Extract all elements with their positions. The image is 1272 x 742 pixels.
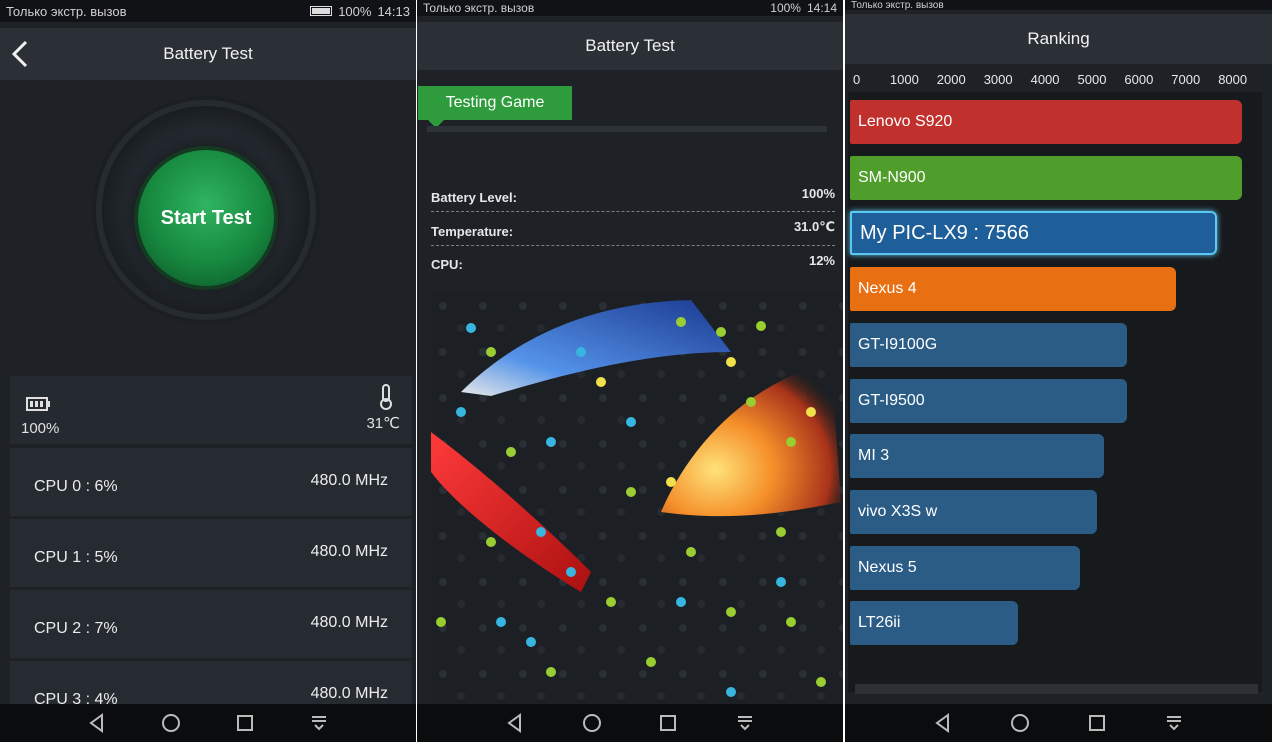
status-bar: Только экстр. вызов [845,0,1272,11]
cpu-frequency: 480.0 MHz [310,685,388,702]
ranking-bar: Lenovo S920 [850,100,1242,144]
carrier-text: Только экстр. вызов [851,0,944,11]
nav-home-icon[interactable] [581,712,603,734]
battery-test-running-screen: Только экстр. вызов 100% 14:14 Battery T… [417,0,843,742]
title-bar: Battery Test [0,28,416,80]
cpu-row: CPU 0 : 6% 480.0 MHz [10,448,412,516]
axis-tick-label: 0 [853,72,861,87]
axis-tick-label: 7000 [1171,72,1201,87]
particle-scene [431,292,843,708]
cpu-label: CPU 0 : 6% [34,478,118,495]
nav-back-icon[interactable] [86,712,108,734]
nav-home-icon[interactable] [160,712,182,734]
ranking-axis: 0 1000 2000 3000 4000 5000 6000 7000 8000 [845,68,1272,90]
battery-test-screen: Только экстр. вызов 100% 14:13 Battery T… [0,0,416,742]
ranking-bar: vivo X3S w [850,489,1097,534]
status-time: 14:14 [806,1,837,15]
thermometer-icon [380,384,392,410]
nav-recents-icon[interactable] [657,712,679,734]
start-test-button[interactable]: Start Test [138,150,274,286]
status-time: 14:13 [377,3,410,19]
cpu-frequency: 480.0 MHz [310,614,388,631]
title-bar: Ranking [845,14,1272,64]
stat-value: 12% [808,253,835,268]
ranking-bar-current-device: My PIC-LX9 : 7566 [850,211,1217,256]
ranking-bar: LT26ii [850,601,1018,646]
axis-tick-label: 1000 [889,72,919,87]
axis-tick-label: 2000 [936,72,966,87]
ranking-footer-strip [855,684,1258,694]
ranking-bar: SM-N900 [850,155,1242,200]
axis-tick-label: 8000 [1218,72,1248,87]
page-title: Ranking [1027,29,1090,48]
ranking-screen: Только экстр. вызов Ranking 0 1000 2000 300… [845,0,1272,742]
nav-bar [845,704,1272,742]
axis-tick-label: 5000 [1077,72,1107,87]
nav-back-icon[interactable] [504,712,526,734]
axis-tick-label: 3000 [983,72,1013,87]
device-info-row: 100% 31℃ [10,376,412,444]
battery-level: 100% [21,420,60,437]
nav-bar [0,704,416,742]
nav-recents-icon[interactable] [1086,712,1108,734]
game-render-area [431,292,843,708]
nav-back-icon[interactable] [932,712,954,734]
cpu-frequency: 480.0 MHz [310,543,388,560]
stat-label: Battery Level: [431,190,517,205]
cpu-label: CPU 2 : 7% [34,620,118,637]
back-arrow-icon[interactable] [8,38,36,70]
page-title: Battery Test [163,44,253,63]
cpu-row: CPU 1 : 5% 480.0 MHz [10,519,412,587]
testing-game-tag: Testing Game [418,86,572,128]
nav-notifications-icon[interactable] [1163,712,1185,734]
stat-row-battery: Battery Level: 100% [431,180,835,212]
ranking-bar: Nexus 5 [850,545,1081,590]
status-battery-pct: 100% [770,1,801,15]
title-bar: Battery Test [417,22,843,70]
battery-icon [26,397,50,411]
test-progress-track [427,126,827,132]
nav-notifications-icon[interactable] [308,712,330,734]
page-title: Battery Test [585,36,675,55]
stat-row-temperature: Temperature: 31.0℃ [431,214,835,246]
cpu-label: CPU 1 : 5% [34,549,118,566]
nav-home-icon[interactable] [1009,712,1031,734]
axis-tick-label: 6000 [1124,72,1154,87]
status-battery-icon [310,6,333,16]
cpu-frequency: 480.0 MHz [310,472,388,489]
status-bar: Только экстр. вызов 100% 14:14 [417,0,843,16]
stat-label: CPU: [431,257,463,272]
axis-tick-label: 4000 [1030,72,1060,87]
stat-value: 100% [801,186,835,201]
temperature-value: 31℃ [366,415,400,432]
status-bar: Только экстр. вызов 100% 14:13 [0,0,416,22]
stat-label: Temperature: [431,224,514,239]
nav-recents-icon[interactable] [234,712,256,734]
nav-notifications-icon[interactable] [734,712,756,734]
ranking-bar: GT-I9100G [850,322,1127,367]
nav-bar [417,704,843,742]
ranking-bar: GT-I9500 [850,378,1127,423]
carrier-text: Только экстр. вызов [6,3,127,19]
status-battery-pct: 100% [338,3,372,19]
stat-row-cpu: CPU: 12% [431,246,835,278]
ranking-bar: MI 3 [850,434,1104,479]
carrier-text: Только экстр. вызов [423,1,535,15]
cpu-row: CPU 2 : 7% 480.0 MHz [10,590,412,658]
stat-value: 31.0℃ [793,219,835,234]
ranking-bar: Nexus 4 [850,267,1177,312]
